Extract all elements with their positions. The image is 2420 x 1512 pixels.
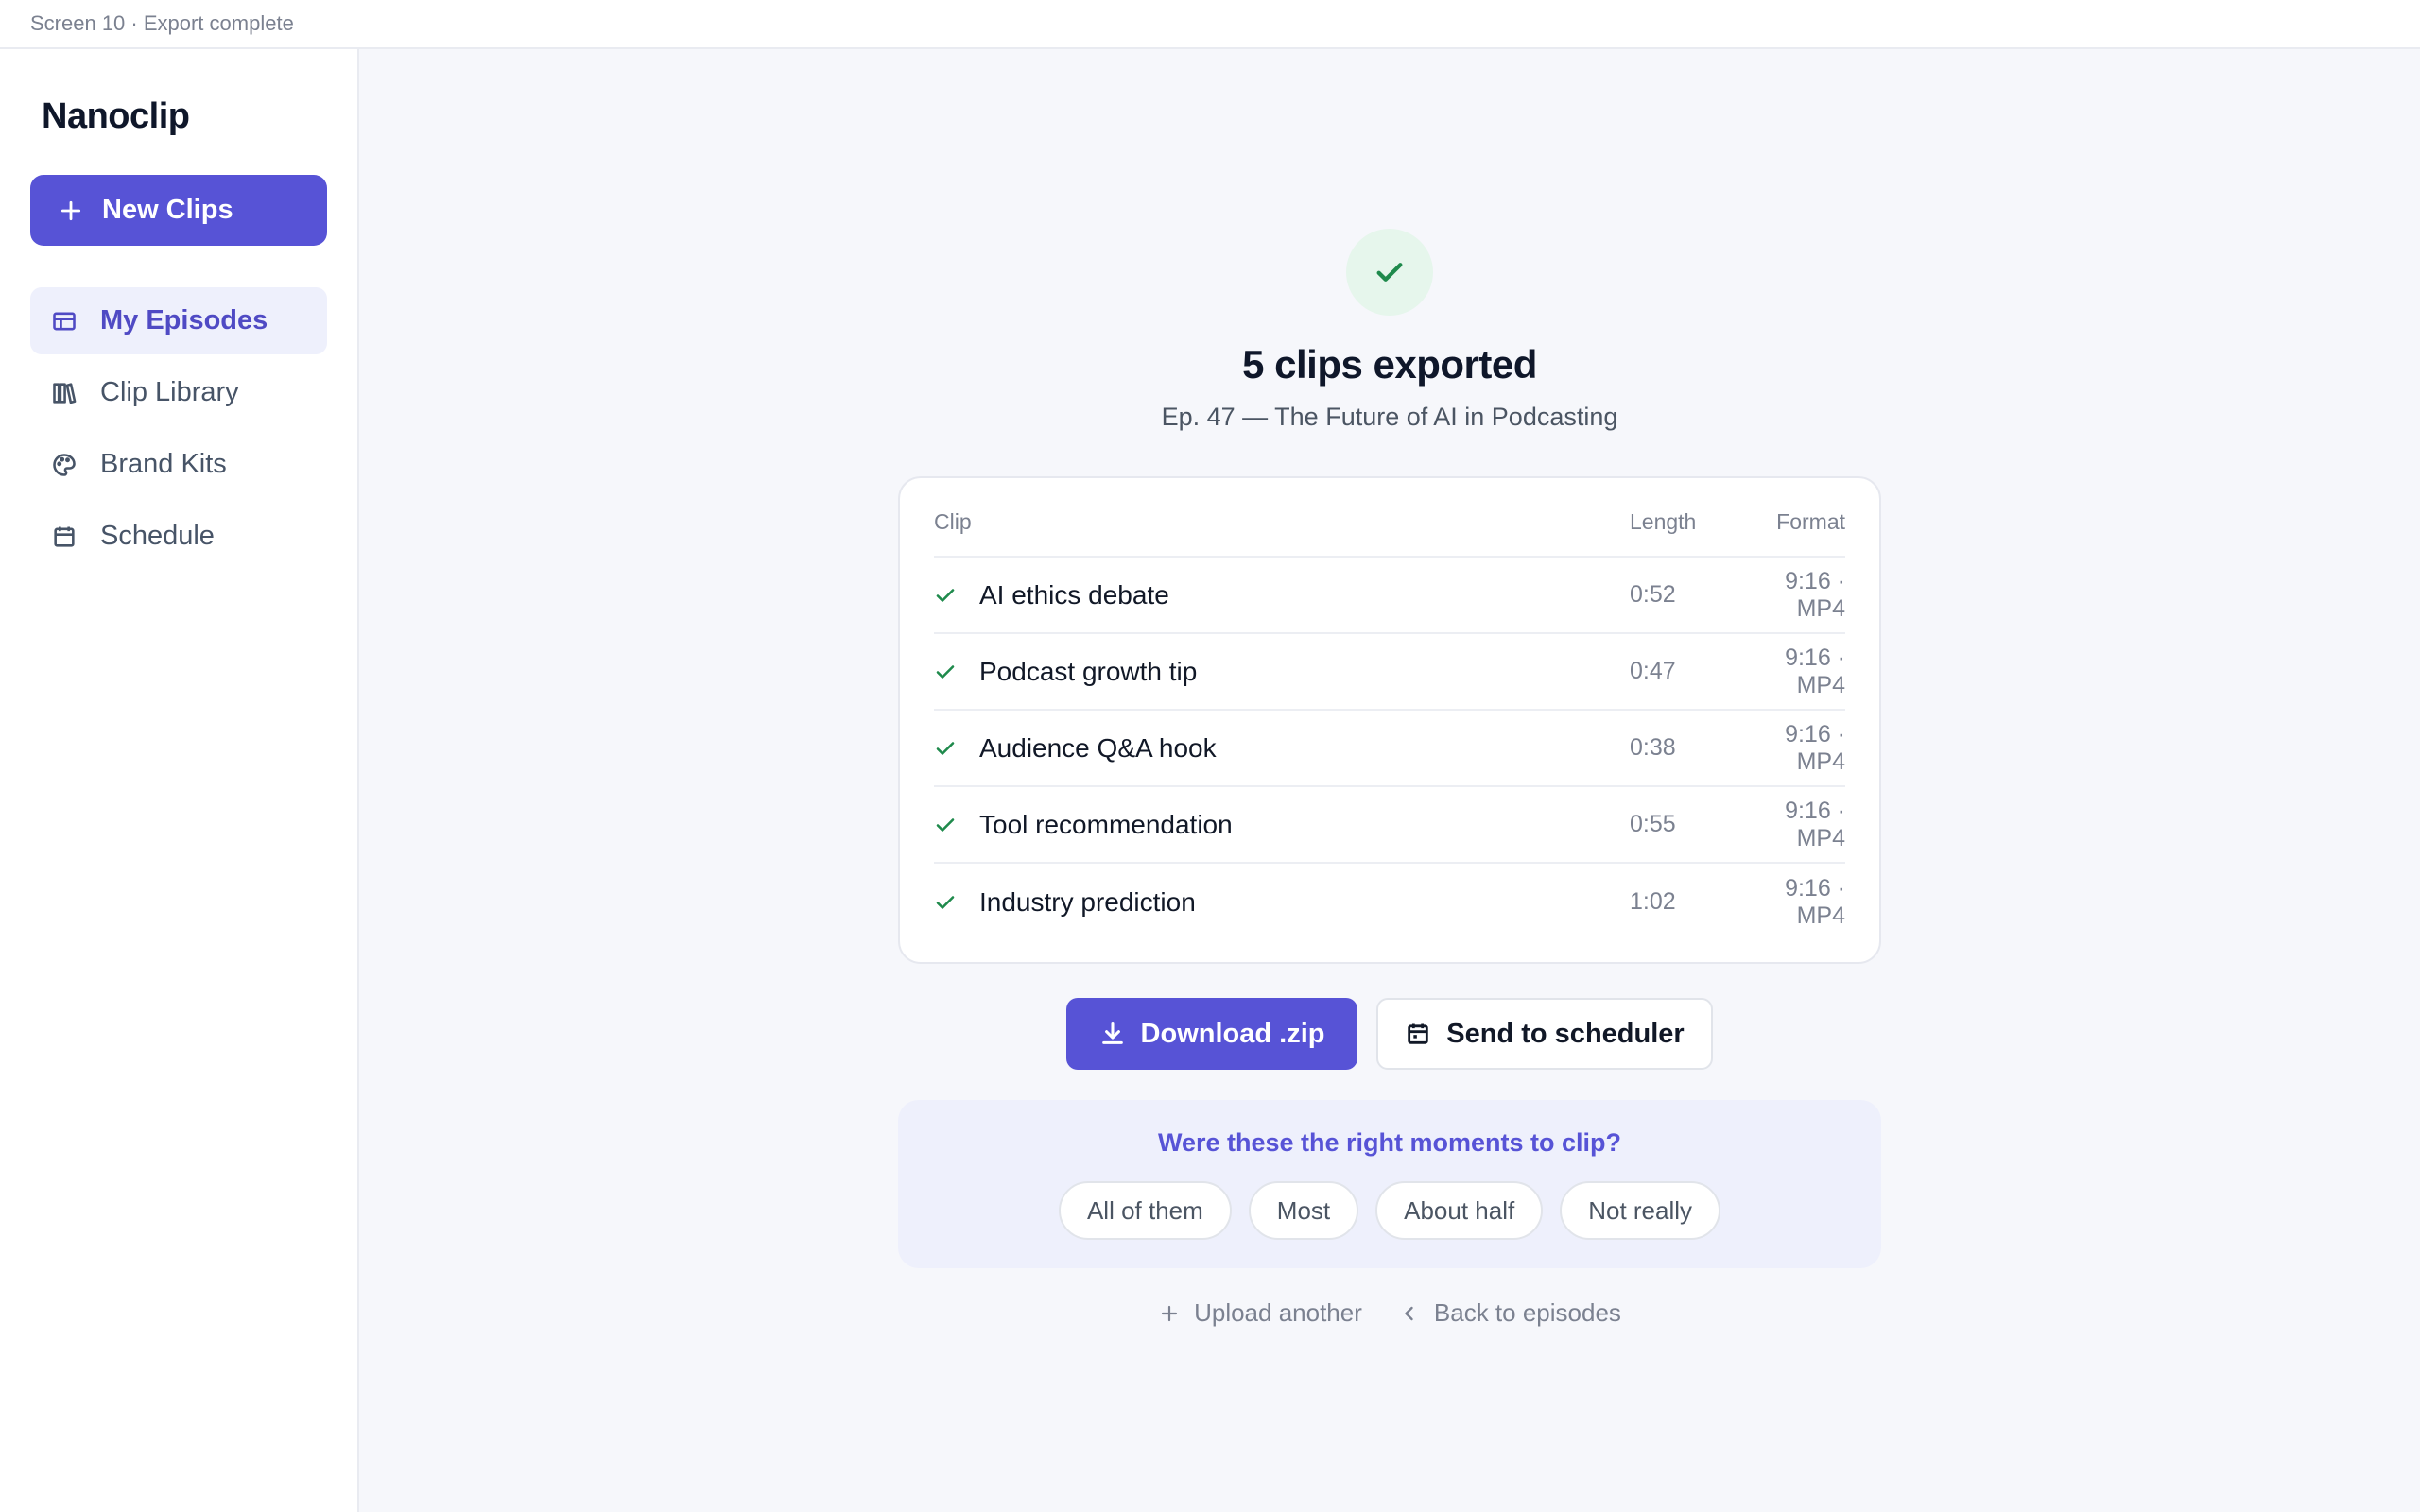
clip-length: 0:55 [1630, 811, 1676, 837]
sidebar-item-label: Clip Library [100, 377, 239, 407]
sidebar-nav: My Episodes Clip Library Brand Kits Sche… [30, 287, 327, 570]
feedback-option-all[interactable]: All of them [1058, 1181, 1232, 1240]
clips-table: Clip Length Format AI ethics debate 0:52… [898, 476, 1881, 964]
check-icon [1376, 263, 1403, 282]
clip-format: 9:16 · MP4 [1785, 567, 1845, 622]
header-clip: Clip [934, 509, 972, 534]
plus-icon [60, 200, 81, 220]
sidebar-item-label: Brand Kits [100, 449, 227, 479]
chevron-left-icon [1405, 1306, 1413, 1320]
header-length: Length [1630, 509, 1697, 534]
header-format: Format [1776, 509, 1845, 534]
table-row: Tool recommendation 0:55 9:16 · MP4 [934, 787, 1845, 864]
new-clips-button[interactable]: New Clips [30, 175, 327, 246]
download-zip-button[interactable]: Download .zip [1066, 998, 1357, 1070]
check-icon [936, 741, 955, 755]
table-header: Clip Length Format [934, 478, 1845, 558]
clip-name: Industry prediction [979, 886, 1196, 917]
brand-logo: Nanoclip [42, 96, 190, 136]
feedback-option-most[interactable]: Most [1248, 1181, 1359, 1240]
clip-format: 9:16 · MP4 [1785, 644, 1845, 698]
clip-length: 1:02 [1630, 888, 1676, 915]
sidebar: Nanoclip New Clips My Episodes Clip Libr… [0, 49, 359, 1512]
clip-name: Podcast growth tip [979, 656, 1198, 686]
back-to-episodes-label: Back to episodes [1433, 1298, 1621, 1327]
feedback-options: All of them Most About half Not really [898, 1181, 1881, 1240]
plus-icon [1161, 1305, 1178, 1321]
clip-name: Audience Q&A hook [979, 732, 1217, 763]
calendar-icon [54, 526, 75, 547]
calendar-icon [1408, 1023, 1429, 1044]
library-icon [53, 382, 77, 404]
sidebar-item-schedule[interactable]: Schedule [30, 503, 327, 570]
clip-length: 0:38 [1630, 734, 1676, 761]
check-icon [936, 895, 955, 909]
sidebar-item-my-episodes[interactable]: My Episodes [30, 287, 327, 354]
clip-format: 9:16 · MP4 [1785, 720, 1845, 775]
sidebar-item-clip-library[interactable]: Clip Library [30, 359, 327, 426]
download-zip-label: Download .zip [1140, 1018, 1325, 1049]
back-to-episodes-link[interactable]: Back to episodes [1398, 1298, 1621, 1328]
feedback-option-half[interactable]: About half [1375, 1181, 1544, 1240]
footer-links: Upload another Back to episodes [898, 1298, 1881, 1328]
feedback-panel: Were these the right moments to clip? Al… [898, 1100, 1881, 1268]
table-row: Podcast growth tip 0:47 9:16 · MP4 [934, 634, 1845, 711]
upload-another-label: Upload another [1194, 1298, 1362, 1327]
send-to-scheduler-label: Send to scheduler [1446, 1018, 1685, 1049]
sidebar-item-label: My Episodes [100, 305, 268, 335]
sidebar-item-label: Schedule [100, 521, 215, 551]
clip-length: 0:52 [1630, 581, 1676, 608]
download-icon [1101, 1022, 1123, 1044]
clip-name: Tool recommendation [979, 809, 1233, 839]
main-content: 5 clips exported Ep. 47 — The Future of … [361, 49, 2420, 1512]
clip-name: AI ethics debate [979, 579, 1169, 610]
check-icon [936, 817, 955, 832]
upload-another-link[interactable]: Upload another [1158, 1298, 1362, 1328]
clip-length: 0:47 [1630, 658, 1676, 684]
screen-label-bar: Screen 10 · Export complete [0, 0, 2420, 49]
feedback-question: Were these the right moments to clip? [1157, 1128, 1622, 1157]
clip-format: 9:16 · MP4 [1785, 874, 1845, 929]
palette-icon [53, 453, 76, 476]
check-icon [936, 588, 955, 602]
success-badge [1346, 229, 1433, 316]
new-clips-label: New Clips [102, 195, 233, 225]
table-row: Audience Q&A hook 0:38 9:16 · MP4 [934, 711, 1845, 787]
export-actions: Download .zip Send to scheduler [898, 998, 1881, 1070]
check-icon [936, 664, 955, 679]
episodes-icon [53, 312, 76, 330]
screen-label: Screen 10 · Export complete [30, 11, 294, 35]
feedback-option-not-really[interactable]: Not really [1560, 1181, 1721, 1240]
sidebar-item-brand-kits[interactable]: Brand Kits [30, 431, 327, 498]
episode-subtitle: Ep. 47 — The Future of AI in Podcasting [1161, 403, 1618, 431]
clip-format: 9:16 · MP4 [1785, 797, 1845, 851]
page-title: 5 clips exported [1242, 342, 1537, 387]
table-row: Industry prediction 1:02 9:16 · MP4 [934, 864, 1845, 940]
send-to-scheduler-button[interactable]: Send to scheduler [1376, 998, 1713, 1070]
table-row: AI ethics debate 0:52 9:16 · MP4 [934, 558, 1845, 634]
